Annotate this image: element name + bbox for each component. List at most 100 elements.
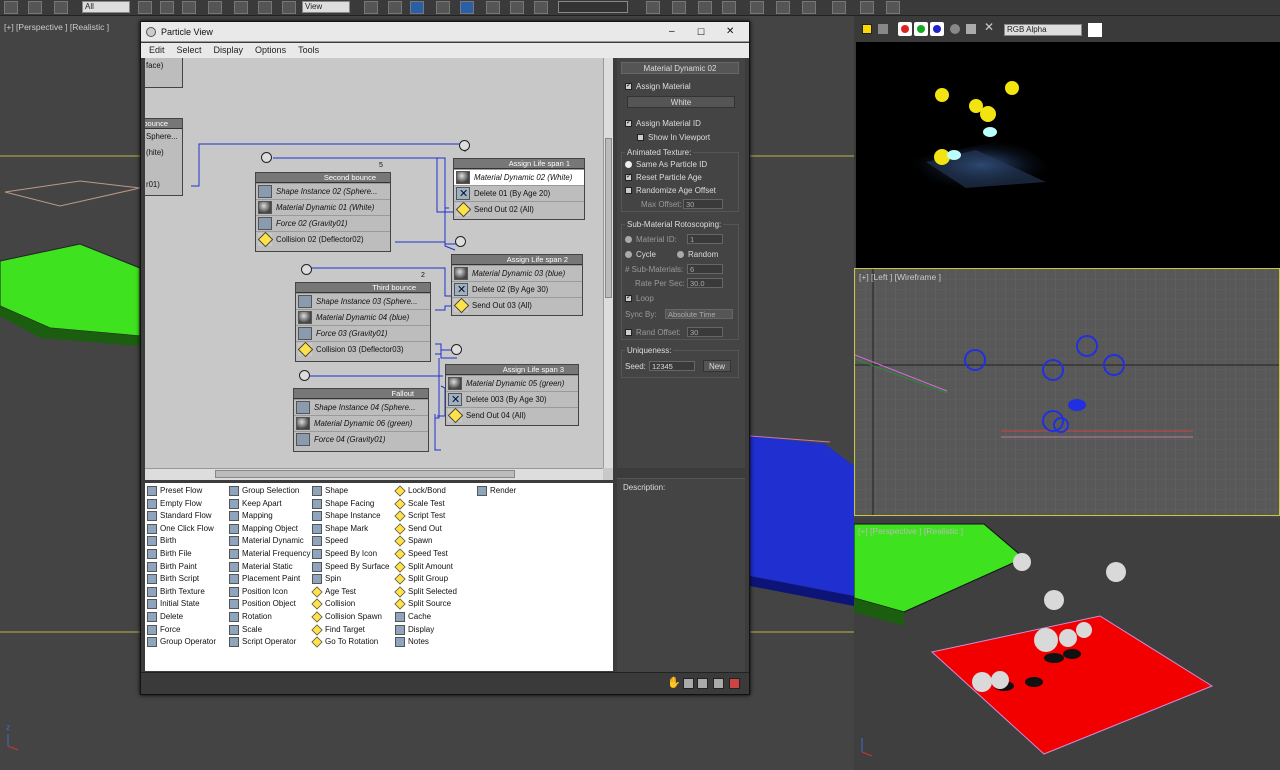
event-node-third-bounce[interactable]: Third bounce Shape Instance 03 (Sphere..… [295, 282, 431, 362]
rand-offset-row[interactable]: Rand Offset: [625, 328, 681, 337]
percent-snap-icon[interactable] [486, 1, 500, 14]
blue-channel-toggle[interactable] [930, 22, 944, 36]
depot-item[interactable]: Initial State [147, 598, 229, 611]
event-node-partial-top[interactable]: face) [145, 58, 183, 88]
named-selection-dropdown[interactable] [558, 1, 628, 13]
maximize-button[interactable]: ☐ [697, 22, 705, 42]
event-node-assign-life-3[interactable]: Assign Life span 3 Material Dynamic 05 (… [445, 364, 579, 426]
spinner-snap-icon[interactable] [510, 1, 524, 14]
clone-frame-icon[interactable] [878, 24, 888, 34]
node-input-circle[interactable] [301, 264, 312, 275]
max-offset-spinner[interactable]: 30 [683, 199, 723, 209]
loop-row[interactable]: Loop [625, 293, 654, 303]
node-row-material[interactable]: Material Dynamic 03 (blue) [452, 265, 582, 281]
curve-editor-icon[interactable] [776, 1, 790, 14]
sync-by-dropdown[interactable]: Absolute Time [665, 309, 733, 319]
bind-spacewarp-icon[interactable] [54, 1, 68, 14]
depot-item[interactable]: Shape Facing [312, 498, 394, 511]
node-input-circle[interactable] [261, 152, 272, 163]
select-link-icon[interactable] [4, 1, 18, 14]
node-input-circle[interactable] [451, 344, 462, 355]
menu-tools[interactable]: Tools [298, 43, 319, 58]
node-row-shape-instance[interactable]: Shape Instance 02 (Sphere... [256, 183, 390, 199]
angle-snap-icon[interactable] [460, 1, 474, 14]
depot-item[interactable]: Mapping [229, 510, 311, 523]
same-as-particle-id-row[interactable]: Same As Particle ID [625, 160, 707, 169]
monochrome-icon[interactable] [966, 24, 976, 34]
depot-item[interactable]: Birth Paint [147, 561, 229, 574]
randomize-age-offset-checkbox[interactable] [625, 187, 632, 195]
node-row-shape-instance[interactable]: Shape Instance 04 (Sphere... [294, 399, 428, 415]
reset-particle-age-checkbox[interactable] [625, 172, 632, 182]
pan-hand-icon[interactable]: ✋ [667, 676, 681, 689]
depot-item[interactable]: Script Test [394, 510, 477, 523]
node-row-delete[interactable]: Delete 01 (By Age 20) [454, 185, 584, 202]
depot-item[interactable]: Placement Paint [229, 573, 311, 586]
depot-item[interactable]: Split Group [394, 573, 477, 586]
align-icon[interactable] [672, 1, 686, 14]
node-row-send-out[interactable]: Send Out 03 (All) [452, 297, 582, 313]
window-crossing-icon[interactable] [208, 1, 222, 14]
node-row-send-out[interactable]: Send Out 02 (All) [454, 201, 584, 217]
rand-offset-spinner[interactable]: 30 [687, 327, 723, 337]
random-row[interactable]: Random [677, 250, 718, 259]
viewport-label[interactable]: [+] [Perspective ] [Realistic ] [4, 22, 109, 32]
assign-material-id-checkbox[interactable] [625, 118, 632, 128]
reference-coord-dropdown[interactable]: View [302, 1, 350, 13]
menu-select[interactable]: Select [177, 43, 202, 58]
scrollbar-thumb[interactable] [605, 138, 612, 298]
depot-item[interactable]: Scale Test [394, 497, 477, 511]
depot-item[interactable]: Split Source [394, 598, 477, 611]
depot-item[interactable]: Lock/Bond [394, 485, 477, 498]
clear-icon[interactable]: ✕ [984, 20, 994, 34]
depot-item[interactable]: Spawn [394, 535, 477, 548]
depot-item[interactable]: Material Static [229, 561, 311, 574]
depot-item[interactable]: Position Icon [229, 586, 311, 599]
depot-item[interactable]: Material Frequency [229, 548, 311, 561]
event-node-second-bounce[interactable]: Second bounce Shape Instance 02 (Sphere.… [255, 172, 391, 252]
new-seed-button[interactable]: New [703, 360, 731, 372]
alpha-toggle-icon[interactable] [950, 24, 960, 34]
select-by-name-icon[interactable] [160, 1, 174, 14]
node-row-delete[interactable]: Delete 003 (By Age 30) [446, 391, 578, 408]
rollout-header[interactable]: Material Dynamic 02 [621, 62, 739, 74]
node-row-shape-instance[interactable]: Shape Instance 03 (Sphere... [296, 293, 430, 309]
depot-item[interactable]: Delete [147, 611, 229, 624]
layer-manager-icon[interactable] [722, 1, 736, 14]
material-id-radio[interactable] [625, 236, 632, 244]
depot-item[interactable]: Spin [312, 573, 394, 586]
cycle-radio[interactable] [625, 251, 632, 259]
mirror-icon[interactable] [646, 1, 660, 14]
depot-item[interactable]: Preset Flow [147, 485, 229, 498]
depot-item[interactable]: Find Target [311, 623, 394, 637]
depot-item[interactable]: Split Amount [394, 560, 477, 574]
node-row-material[interactable]: Material Dynamic 01 (White) [256, 199, 390, 215]
depot-item[interactable]: Mapping Object [229, 523, 311, 536]
depot-item[interactable]: Go To Rotation [311, 636, 394, 649]
snap-toggle-icon[interactable] [436, 1, 450, 14]
pivot-center-icon[interactable] [364, 1, 378, 14]
depot-item[interactable]: Birth Script [147, 573, 229, 586]
material-pick-button[interactable]: White [627, 96, 735, 108]
node-input-circle[interactable] [455, 236, 466, 247]
depot-item[interactable]: Group Selection [229, 485, 311, 498]
color-swatch[interactable] [1088, 23, 1102, 37]
scrollbar-thumb[interactable] [215, 470, 515, 478]
display-channel-dropdown[interactable]: RGB Alpha [1004, 24, 1082, 36]
depot-item[interactable]: Keep Apart [229, 498, 311, 511]
depot-item[interactable]: One Click Flow [147, 523, 229, 536]
assign-material-checkbox[interactable] [625, 81, 632, 91]
depot-item[interactable]: Notes [395, 636, 477, 649]
reset-particle-age-row[interactable]: Reset Particle Age [625, 172, 702, 182]
depot-item[interactable]: Speed [312, 535, 394, 548]
render-setup-icon[interactable] [860, 1, 874, 14]
node-row-collision[interactable]: Collision 02 (Deflector02) [256, 231, 390, 247]
depot-item[interactable]: Shape Instance [312, 510, 394, 523]
depot-item[interactable]: Material Dynamic [229, 535, 311, 548]
rate-spinner[interactable]: 30.0 [687, 278, 723, 288]
depot-item[interactable]: Cache [395, 611, 477, 624]
depot-item[interactable]: Rotation [229, 611, 311, 624]
no-zoom-icon[interactable] [729, 678, 740, 689]
cycle-row[interactable]: Cycle [625, 250, 656, 259]
node-row-delete[interactable]: Delete 02 (By Age 30) [452, 281, 582, 298]
